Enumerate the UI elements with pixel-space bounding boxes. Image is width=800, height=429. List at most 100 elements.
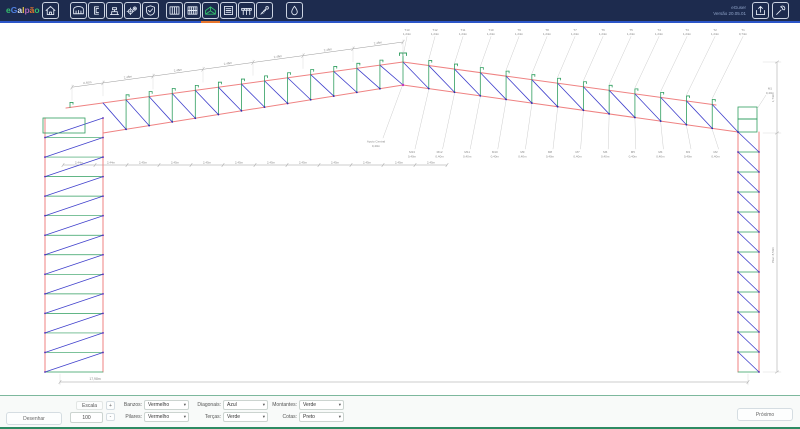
shield-check-icon xyxy=(144,4,157,17)
svg-text:2,45m: 2,45m xyxy=(171,160,180,164)
shed-icon xyxy=(72,4,85,17)
svg-text:2,45m: 2,45m xyxy=(395,160,404,164)
svg-text:2,45m: 2,45m xyxy=(139,160,148,164)
svg-text:0,40m: 0,40m xyxy=(518,154,527,158)
chevron-down-icon: ▾ xyxy=(184,414,186,420)
cotas-label: Cotas: xyxy=(262,414,297,420)
app-logo: eGalpão xyxy=(6,0,40,21)
structure-button[interactable] xyxy=(202,2,219,19)
cladding-icon xyxy=(186,4,199,17)
home-icon xyxy=(44,4,57,17)
svg-text:0,40m: 0,40m xyxy=(463,154,472,158)
svg-text:M1: M1 xyxy=(768,87,772,91)
settings-button[interactable] xyxy=(124,2,141,19)
svg-text:2,46m: 2,46m xyxy=(273,54,282,59)
svg-text:2,45m: 2,45m xyxy=(267,160,276,164)
mezzanine-icon xyxy=(240,4,253,17)
svg-text:2,44m: 2,44m xyxy=(107,160,116,164)
svg-text:2,46m: 2,46m xyxy=(373,40,382,45)
scale-increase-button[interactable]: + xyxy=(106,401,115,410)
verification-button[interactable] xyxy=(142,2,159,19)
egalpao-app: eGalpão xyxy=(0,0,800,429)
svg-text:2,45m: 2,45m xyxy=(203,160,212,164)
banzos-label: Banzos: xyxy=(116,402,142,408)
profiles-button[interactable] xyxy=(88,2,105,19)
cotas-value: Preto xyxy=(303,414,315,420)
pilares-value: Vermelho xyxy=(148,414,169,420)
svg-text:2,45m: 2,45m xyxy=(299,160,308,164)
chevron-down-icon: ▾ xyxy=(184,402,186,408)
chevron-down-icon: ▾ xyxy=(339,402,341,408)
svg-text:2,46m: 2,46m xyxy=(223,61,232,66)
svg-text:1,24m: 1,24m xyxy=(655,32,664,36)
svg-text:0,40m: 0,40m xyxy=(573,154,582,158)
svg-text:0,40m: 0,40m xyxy=(408,154,417,158)
wall-panel-button[interactable] xyxy=(166,2,183,19)
svg-text:0,40m: 0,40m xyxy=(656,154,665,158)
svg-text:2,46m: 2,46m xyxy=(323,47,332,52)
diagonais-label: Diagonais: xyxy=(190,402,221,408)
cotas-select[interactable]: Preto ▾ xyxy=(299,412,344,422)
svg-text:Pilar: 8,50m: Pilar: 8,50m xyxy=(771,247,775,264)
active-tab-underline xyxy=(201,21,220,23)
version-number: Versão 20.05.01 xyxy=(698,11,746,17)
mezzanine-button[interactable] xyxy=(238,2,255,19)
svg-text:0,40m: 0,40m xyxy=(435,154,444,158)
banzos-select[interactable]: Vermelho ▾ xyxy=(144,400,189,410)
pilares-field: Pilares: Vermelho ▾ xyxy=(116,412,189,422)
svg-text:0,40m: 0,40m xyxy=(766,91,775,95)
escala-label: Escala xyxy=(76,401,103,410)
escala-input[interactable] xyxy=(70,412,103,423)
droplet-icon xyxy=(288,4,301,17)
drawing-canvas[interactable]: 0,40m2,46m2,46m2,46m2,46m2,46m2,46m2,44m… xyxy=(0,23,800,395)
home-button[interactable] xyxy=(42,2,59,19)
pilares-label: Pilares: xyxy=(116,414,142,420)
list-icon xyxy=(222,4,235,17)
desenhar-button[interactable]: Desenhar xyxy=(6,412,62,425)
svg-text:2,45m: 2,45m xyxy=(427,160,436,164)
svg-text:1,24m: 1,24m xyxy=(683,32,692,36)
pilares-select[interactable]: Vermelho ▾ xyxy=(144,412,189,422)
montantes-field: Montantes: Verde ▾ xyxy=(262,400,344,410)
structure-drawing: 0,40m2,46m2,46m2,46m2,46m2,46m2,46m2,44m… xyxy=(0,23,800,395)
cotas-field: Cotas: Preto ▾ xyxy=(262,412,344,422)
svg-text:0,74m: 0,74m xyxy=(739,32,748,36)
scale-decrease-button[interactable]: - xyxy=(106,413,115,421)
svg-text:0,40m: 0,40m xyxy=(601,154,610,158)
structure-frame-icon xyxy=(204,4,217,17)
tercas-value: Verde xyxy=(227,414,240,420)
export-button[interactable] xyxy=(752,2,769,19)
proximo-button[interactable]: Próximo xyxy=(737,408,793,421)
paint-button[interactable] xyxy=(286,2,303,19)
machine-icon xyxy=(108,4,121,17)
montantes-label: Montantes: xyxy=(262,402,297,408)
list-button[interactable] xyxy=(220,2,237,19)
svg-text:1,24m: 1,24m xyxy=(403,32,412,36)
toolbar: eGalpão xyxy=(0,0,800,21)
bottom-controls: Desenhar Escala + - Banzos: Vermelho ▾ P… xyxy=(0,395,800,429)
svg-text:1,24m: 1,24m xyxy=(571,32,580,36)
banzos-value: Vermelho xyxy=(148,402,169,408)
svg-text:0,40m: 0,40m xyxy=(684,154,693,158)
svg-text:1,24m: 1,24m xyxy=(487,32,496,36)
montantes-value: Verde xyxy=(303,402,316,408)
cladding-button[interactable] xyxy=(184,2,201,19)
machine-button[interactable] xyxy=(106,2,123,19)
wrench-icon xyxy=(774,4,787,17)
banzos-field: Banzos: Vermelho ▾ xyxy=(116,400,189,410)
wall-panel-icon xyxy=(168,4,181,17)
c-profile-icon xyxy=(90,4,103,17)
svg-text:17,98m: 17,98m xyxy=(89,377,100,381)
fasteners-button[interactable] xyxy=(256,2,273,19)
svg-text:2,46m: 2,46m xyxy=(123,74,132,79)
svg-text:1,24m: 1,24m xyxy=(459,32,468,36)
svg-text:1,24m: 1,24m xyxy=(515,32,524,36)
gears-icon xyxy=(126,4,139,17)
montantes-select[interactable]: Verde ▾ xyxy=(299,400,344,410)
screw-icon xyxy=(258,4,271,17)
shed-button[interactable] xyxy=(70,2,87,19)
svg-text:1,24m: 1,24m xyxy=(711,32,720,36)
svg-text:0,40m: 0,40m xyxy=(711,154,720,158)
tools-button[interactable] xyxy=(772,2,789,19)
svg-text:0,40m: 0,40m xyxy=(83,80,92,85)
